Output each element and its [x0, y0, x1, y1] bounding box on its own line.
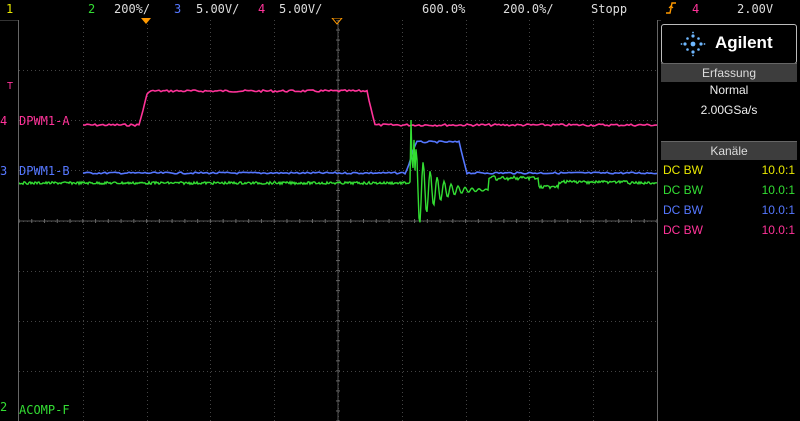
channel-2-label: ACOMP-F [19, 403, 70, 417]
acquisition-title[interactable]: Erfassung [661, 63, 797, 82]
channel-coupling: DC BW [663, 183, 703, 197]
info-sidebar: Agilent Erfassung Normal 2.00GSa/s Kanäl… [661, 20, 800, 421]
channel-1-indicator[interactable]: 1 [6, 2, 13, 16]
channel-probe: 10.0:1 [761, 183, 795, 197]
channel-4-scale[interactable]: 5.00V/ [279, 2, 322, 16]
channels-title[interactable]: Kanäle [661, 141, 797, 160]
trigger-position-marker [141, 18, 151, 24]
channel-1-info[interactable]: DC BW 10.0:1 [663, 161, 797, 180]
channel-3-indicator[interactable]: 3 [174, 2, 181, 16]
channel-2-ground-marker[interactable]: 2 [0, 400, 7, 414]
agilent-logo: Agilent [661, 24, 797, 64]
trigger-edge-icon[interactable] [665, 0, 677, 19]
trigger-level[interactable]: 2.00V [737, 2, 773, 16]
channel-coupling: DC BW [663, 223, 703, 237]
delay-value[interactable]: 200.0%/ [503, 2, 554, 16]
channel-coupling: DC BW [663, 203, 703, 217]
channel-2-scale[interactable]: 200%/ [114, 2, 150, 16]
channel-3-trace [82, 140, 657, 176]
channel-2-indicator[interactable]: 2 [88, 2, 95, 16]
sample-rate: 2.00GSa/s [700, 103, 758, 117]
graticule [19, 20, 657, 421]
channel-probe: 10.0:1 [761, 203, 795, 217]
run-state[interactable]: Stopp [591, 2, 627, 16]
agilent-spark-icon [680, 31, 706, 57]
channel-4-info[interactable]: DC BW 10.0:1 [663, 221, 797, 240]
channel-2-info[interactable]: DC BW 10.0:1 [663, 181, 797, 200]
channel-3-info[interactable]: DC BW 10.0:1 [663, 201, 797, 220]
channel-3-ground-marker[interactable]: 3 [0, 164, 7, 178]
channel-coupling: DC BW [663, 163, 703, 177]
channel-4-trace [82, 88, 657, 127]
channel-4-ground-marker[interactable]: 4 [0, 114, 7, 128]
acquisition-mode: Normal [709, 83, 749, 97]
waveform-display[interactable] [18, 20, 658, 421]
channel-probe: 10.0:1 [761, 223, 795, 237]
channel-4-label: DPWM1-A [19, 114, 70, 128]
channel-probe: 10.0:1 [761, 163, 795, 177]
timebase-value[interactable]: 600.0% [422, 2, 465, 16]
channel-3-label: DPWM1-B [19, 164, 70, 178]
channel-4-indicator[interactable]: 4 [258, 2, 265, 16]
trigger-source[interactable]: 4 [692, 2, 699, 16]
channel-3-scale[interactable]: 5.00V/ [196, 2, 239, 16]
delay-marker [331, 18, 343, 25]
trigger-level-marker[interactable]: T [7, 81, 13, 92]
brand-name: Agilent [715, 33, 773, 52]
